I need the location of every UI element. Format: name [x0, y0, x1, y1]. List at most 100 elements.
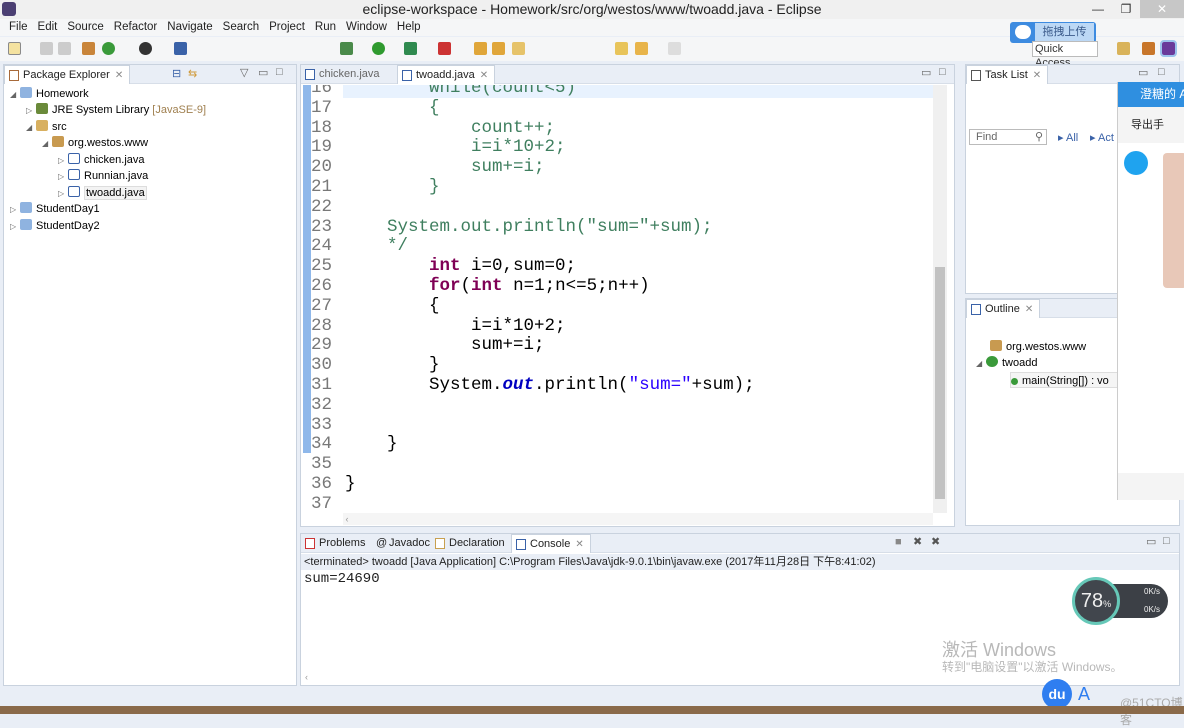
close-button[interactable]: ✕ [1140, 0, 1184, 18]
java-perspective-icon[interactable] [1160, 40, 1177, 57]
tree-item-studentday2[interactable]: ▷ StudentDay2 [10, 218, 100, 234]
find-input[interactable]: Find ⚲ [969, 129, 1047, 145]
tree-item-jre[interactable]: ▷ JRE System Library [JavaSE-9] [26, 102, 206, 118]
debug-profile-icon[interactable] [139, 42, 152, 55]
tab-outline[interactable]: Outline ✕ [966, 299, 1041, 318]
menu-search[interactable]: Search [218, 19, 264, 36]
outline-class[interactable]: ◢ twoadd [976, 355, 1037, 371]
tab-chicken-java[interactable]: chicken.java [301, 65, 386, 84]
menu-refactor[interactable]: Refactor [109, 19, 162, 36]
line-number: 36 [311, 474, 333, 494]
minimize-view-icon[interactable]: ▭ [1146, 535, 1156, 548]
tree-item-twoadd[interactable]: ▷ twoadd.java [58, 185, 147, 201]
tree-item-package[interactable]: ◢ org.westos.www [42, 135, 148, 151]
close-icon[interactable]: ✕ [480, 70, 488, 81]
open-type-icon[interactable] [474, 42, 487, 55]
tree-item-src[interactable]: ◢ src [26, 119, 67, 135]
maximize-button[interactable]: ❐ [1112, 0, 1140, 18]
save-all-icon[interactable] [58, 42, 71, 55]
collapse-all-icon[interactable]: ⊟ [172, 67, 181, 80]
minimize-view-icon[interactable]: ▭ [921, 66, 931, 79]
code-line: System.out.println("sum="+sum); [345, 216, 713, 237]
scroll-thumb[interactable] [935, 267, 945, 499]
all-link[interactable]: ▸ All [1058, 131, 1078, 144]
minimize-view-icon[interactable]: ▭ [1138, 66, 1148, 79]
back-icon[interactable] [635, 42, 648, 55]
new-package-icon[interactable] [82, 42, 95, 55]
tree-item-chicken[interactable]: ▷ chicken.java [58, 152, 145, 168]
last-edit-icon[interactable] [615, 42, 628, 55]
maximize-view-icon[interactable]: □ [1163, 535, 1170, 547]
code-editor[interactable]: 16 while(count<5) 17 {18 count++; 19 i=i*1… [301, 85, 933, 513]
qq-export-button[interactable]: 导出手 [1131, 116, 1164, 132]
network-monitor-widget[interactable]: 78% 0K/s 0K/s [1072, 577, 1170, 625]
view-menu-icon[interactable]: ▽ [240, 66, 248, 79]
console-icon[interactable] [174, 42, 187, 55]
vertical-scrollbar[interactable] [933, 85, 947, 513]
debug-icon[interactable] [340, 42, 353, 55]
tab-task-list[interactable]: Task List ✕ [966, 65, 1049, 84]
outline-method[interactable]: main(String[]) : vo [1010, 372, 1118, 388]
menu-source[interactable]: Source [62, 19, 108, 36]
tree-item-runnian[interactable]: ▷ Runnian.java [58, 168, 148, 184]
outline-package[interactable]: org.westos.www [990, 339, 1086, 355]
menu-navigate[interactable]: Navigate [162, 19, 217, 36]
activate-link[interactable]: ▸ Act [1090, 131, 1114, 144]
save-icon[interactable] [40, 42, 53, 55]
run-coverage-icon[interactable] [404, 42, 417, 55]
remove-launch-icon[interactable]: ✖ [913, 535, 922, 548]
project-icon [20, 202, 32, 213]
menu-edit[interactable]: Edit [33, 19, 63, 36]
tab-console[interactable]: Console ✕ [511, 534, 591, 553]
menu-window[interactable]: Window [341, 19, 392, 36]
maximize-view-icon[interactable]: □ [1158, 66, 1165, 78]
tab-problems[interactable]: Problems [301, 534, 371, 553]
code-line: { [345, 97, 440, 118]
forward-icon[interactable] [668, 42, 681, 55]
tree-item-homework[interactable]: ◢ Homework [10, 86, 89, 102]
search-icon[interactable] [512, 42, 525, 55]
new-icon[interactable] [8, 42, 21, 55]
tab-javadoc[interactable]: @ Javadoc [371, 534, 436, 553]
menu-help[interactable]: Help [392, 19, 426, 36]
qq-chat-area [1118, 143, 1184, 473]
close-icon[interactable]: ✕ [115, 70, 123, 81]
menu-project[interactable]: Project [264, 19, 310, 36]
menu-run[interactable]: Run [310, 19, 341, 36]
quick-access-input[interactable]: Quick Access [1032, 41, 1098, 69]
maximize-view-icon[interactable]: □ [939, 66, 946, 78]
download-speed: 0K/s [1144, 605, 1161, 614]
menu-file[interactable]: File [4, 19, 33, 36]
external-tools-icon[interactable] [438, 42, 451, 55]
open-perspective-icon[interactable] [1117, 42, 1130, 55]
minimize-view-icon[interactable]: ▭ [258, 66, 268, 79]
code-line: i=i*10+2; [345, 315, 566, 336]
new-class-icon[interactable] [102, 42, 115, 55]
open-task-icon[interactable] [492, 42, 505, 55]
horizontal-scrollbar[interactable]: ‹ [343, 513, 933, 525]
close-icon[interactable]: ✕ [1025, 304, 1033, 315]
java-file-icon [68, 186, 80, 197]
close-icon[interactable]: ✕ [575, 539, 583, 550]
tab-declaration[interactable]: Declaration [431, 534, 511, 553]
tree-item-studentday1[interactable]: ▷ StudentDay1 [10, 201, 100, 217]
chat-image[interactable] [1163, 153, 1184, 288]
console-output[interactable]: sum=24690 [304, 571, 380, 587]
java-ee-perspective-icon[interactable] [1142, 42, 1155, 55]
minimize-button[interactable]: — [1084, 0, 1112, 18]
baidu-upload-widget[interactable]: 拖拽上传 [1010, 22, 1096, 43]
run-icon[interactable] [372, 42, 385, 55]
javadoc-icon: @ [376, 537, 388, 549]
terminate-icon[interactable]: ■ [895, 536, 902, 548]
line-number: 30 [311, 355, 333, 376]
maximize-view-icon[interactable]: □ [276, 66, 283, 78]
tab-twoadd-java[interactable]: twoadd.java ✕ [397, 65, 496, 84]
close-icon[interactable]: ✕ [1033, 70, 1041, 81]
menu-bar: File Edit Source Refactor Navigate Searc… [0, 19, 1184, 36]
remove-all-icon[interactable]: ✖ [931, 535, 940, 548]
link-editor-icon[interactable]: ⇆ [188, 67, 197, 80]
tab-package-explorer[interactable]: Package Explorer ✕ [4, 65, 131, 84]
baidu-input-icon[interactable]: du [1042, 679, 1072, 709]
font-icon[interactable]: A [1078, 684, 1090, 705]
eclipse-icon [2, 2, 16, 16]
